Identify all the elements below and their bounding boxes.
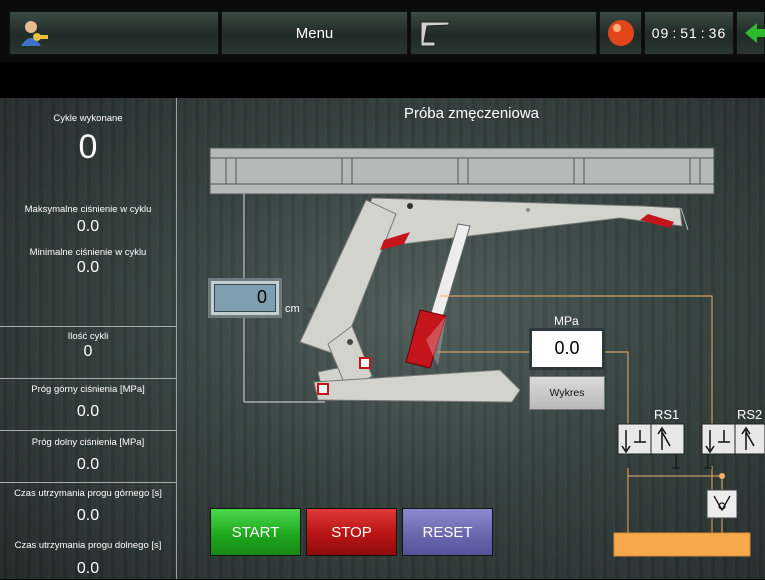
stop-button-label: STOP xyxy=(331,523,372,541)
user-key-icon xyxy=(21,21,48,46)
alarm-light-icon xyxy=(608,20,634,46)
clock: 09 : 51 : 36 xyxy=(644,11,734,55)
canopy-beam xyxy=(209,147,715,195)
top-bar: Menu 09 : 51 : 36 xyxy=(0,0,765,62)
clock-seconds: 36 xyxy=(708,25,727,41)
distance-display: 0 xyxy=(208,278,282,318)
distance-value: 0 xyxy=(256,287,267,307)
menu-button[interactable]: Menu xyxy=(221,11,408,55)
reset-button-label: RESET xyxy=(422,523,473,541)
clock-separator: : xyxy=(700,25,706,41)
pressure-display: 0.0 xyxy=(529,328,605,370)
support-schematic xyxy=(209,147,765,557)
clock-hours: 09 xyxy=(651,25,670,41)
valve-rs2 xyxy=(701,423,765,469)
menu-label: Menu xyxy=(295,24,334,42)
back-arrow-icon xyxy=(745,23,765,43)
junction-dot xyxy=(719,473,725,479)
machine-view-button[interactable] xyxy=(410,11,597,55)
pressure-value: 0.0 xyxy=(554,338,580,358)
user-button[interactable] xyxy=(9,11,219,55)
chart-button[interactable]: Wykres xyxy=(529,376,605,410)
stop-button[interactable]: STOP xyxy=(306,508,397,556)
valve-rs2-label: RS2 xyxy=(737,407,763,422)
pressure-unit: MPa xyxy=(554,314,579,328)
main-area: Cykle wykonane 0 Maksymalne ciśnienie w … xyxy=(0,98,765,579)
roof-support-frame xyxy=(299,197,689,403)
reset-button[interactable]: RESET xyxy=(402,508,493,556)
back-button[interactable] xyxy=(736,11,765,55)
alarm-indicator[interactable] xyxy=(599,11,642,55)
machine-icon xyxy=(420,21,450,47)
hydraulic-tank xyxy=(613,532,751,557)
valve-rs1-label: RS1 xyxy=(654,407,680,422)
start-button-label: START xyxy=(231,523,280,541)
distance-unit: cm xyxy=(285,303,300,315)
check-valve xyxy=(706,489,738,519)
clock-separator: : xyxy=(672,25,678,41)
clock-minutes: 51 xyxy=(680,25,698,41)
chart-button-label: Wykres xyxy=(549,387,585,399)
start-button[interactable]: START xyxy=(210,508,301,556)
valve-rs1 xyxy=(617,423,685,469)
